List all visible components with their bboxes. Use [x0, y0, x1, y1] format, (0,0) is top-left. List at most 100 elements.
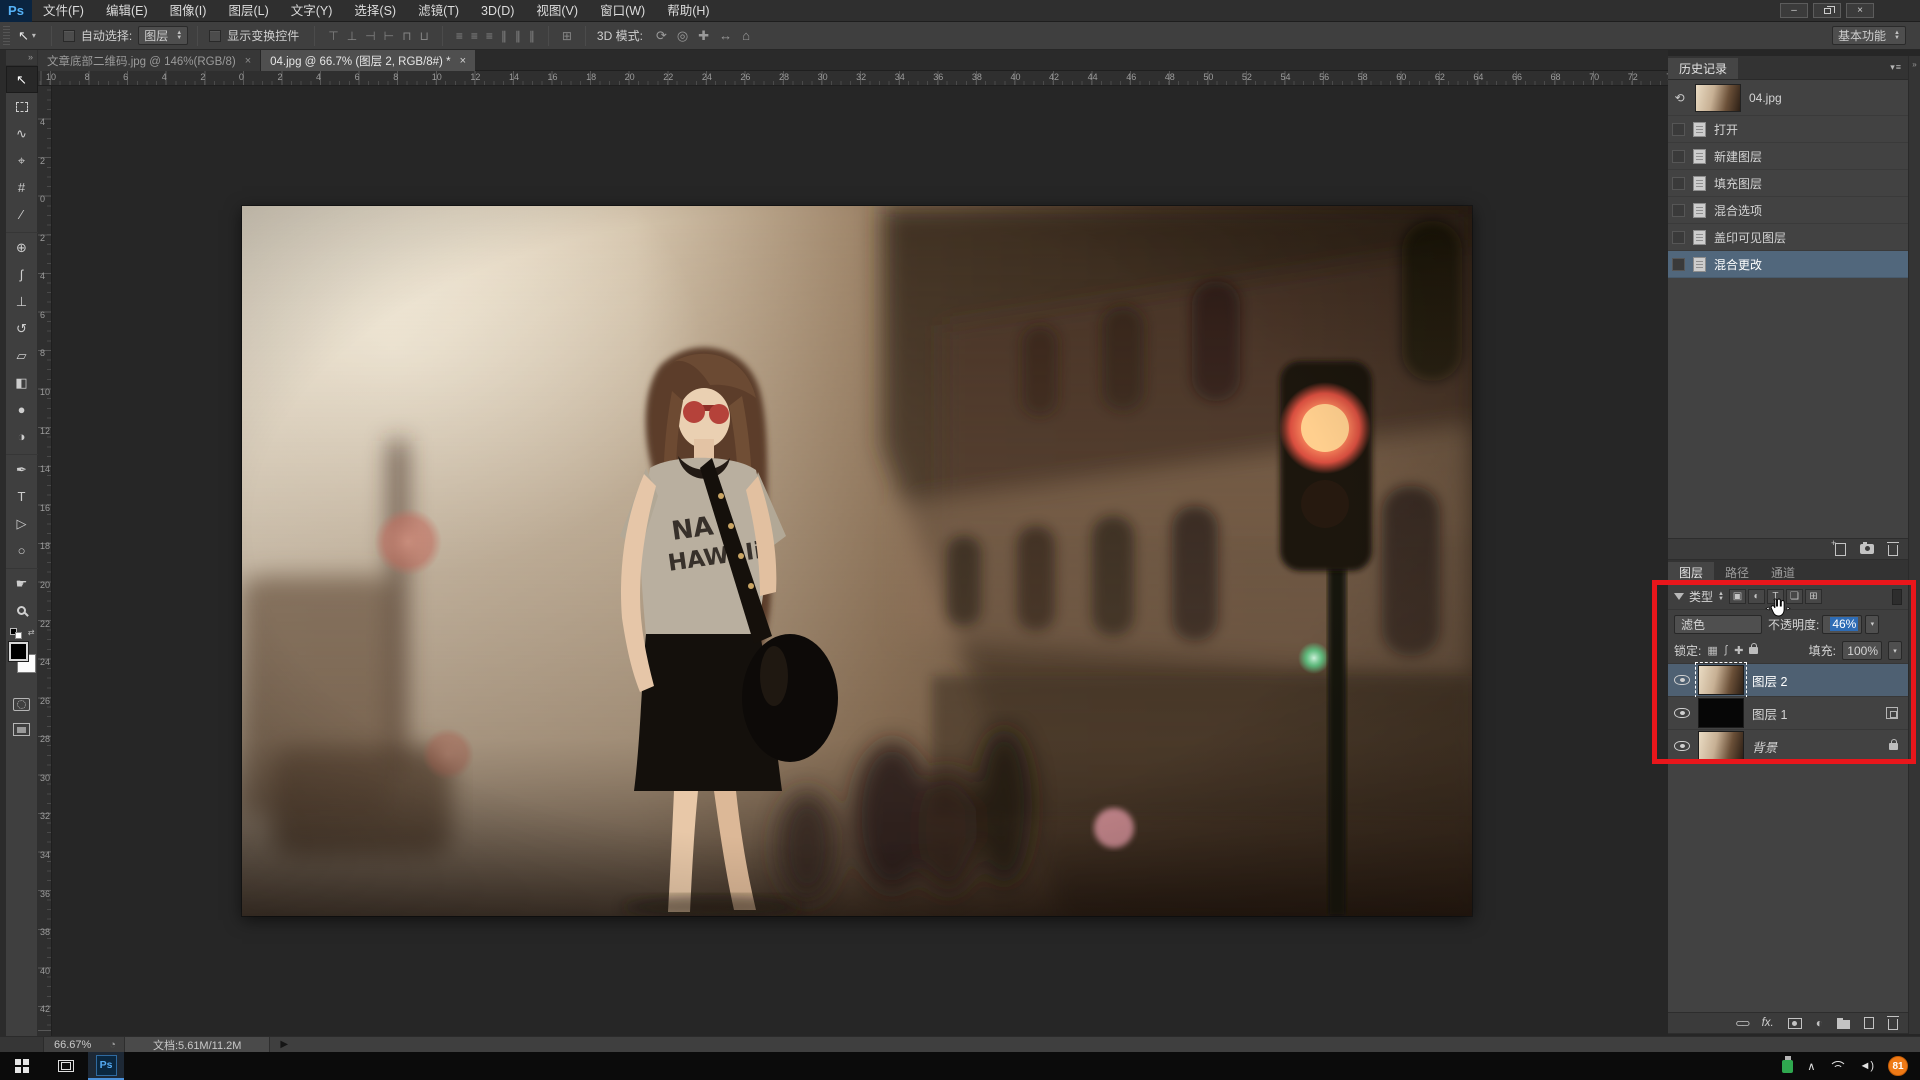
3d-mode-icon[interactable]: ◎ — [677, 28, 688, 44]
eyedropper-tool[interactable]: ∕ — [6, 201, 38, 228]
new-snapshot-icon[interactable] — [1860, 544, 1874, 554]
close-icon[interactable]: × — [245, 55, 251, 67]
status-mini-icon: ◔ — [109, 1039, 116, 1051]
history-source-checkbox[interactable] — [1672, 150, 1685, 163]
move-tool[interactable]: ↖ — [6, 66, 38, 93]
menu-item[interactable]: 图像(I) — [159, 0, 218, 22]
3d-mode-icons: ⟳ ◎ ✚ ↔ ⌂ — [651, 28, 755, 44]
new-document-from-state-icon[interactable] — [1835, 543, 1846, 556]
task-view-button[interactable] — [44, 1052, 88, 1080]
tab-history[interactable]: 历史记录 — [1668, 58, 1738, 79]
3d-mode-icon[interactable]: ✚ — [698, 28, 709, 44]
panel-menu-icon[interactable]: ▾≡ — [1890, 62, 1902, 73]
volume-icon[interactable]: ◄) — [1859, 1060, 1874, 1072]
menu-item[interactable]: 滤镜(T) — [407, 0, 470, 22]
history-entry[interactable]: ⟲ 打开 — [1668, 116, 1908, 143]
close-button[interactable]: × — [1846, 3, 1874, 18]
workspace-switcher[interactable]: 基本功能 ▲▼ — [1832, 26, 1906, 45]
3d-mode-icon[interactable]: ↔ — [719, 28, 732, 44]
auto-select-dropdown[interactable]: 图层 ▲▼ — [138, 26, 188, 45]
tray-expand-chevron-icon[interactable]: ∧ — [1807, 1060, 1815, 1073]
healing-brush-tool[interactable]: ⊕ — [6, 234, 38, 261]
start-button[interactable] — [0, 1052, 44, 1080]
menu-item[interactable]: 选择(S) — [343, 0, 407, 22]
crop-tool[interactable]: # — [6, 174, 38, 201]
usb-device-icon[interactable] — [1782, 1060, 1793, 1073]
tool-button[interactable] — [6, 564, 38, 569]
history-source-checkbox[interactable] — [1672, 177, 1685, 190]
hand-tool[interactable]: ☛ — [6, 570, 38, 597]
align-icon: ⊓ — [402, 30, 411, 42]
add-layer-mask-icon[interactable] — [1788, 1018, 1802, 1029]
close-icon[interactable]: × — [460, 55, 466, 67]
auto-select-checkbox[interactable] — [63, 30, 75, 42]
history-entry[interactable]: ⟲ 盖印可见图层 — [1668, 224, 1908, 251]
blur-tool[interactable]: ● — [6, 396, 38, 423]
tool-icon: ↺ — [16, 321, 27, 337]
history-entry[interactable]: ⟲ 混合更改 — [1668, 251, 1908, 278]
history-brush-tool[interactable]: ↺ — [6, 315, 38, 342]
3d-mode-icon[interactable]: ⟳ — [656, 28, 667, 44]
tool-button[interactable] — [6, 228, 38, 233]
screen-mode-button[interactable] — [13, 723, 30, 736]
menu-item[interactable]: 3D(D) — [470, 0, 525, 22]
document-tab[interactable]: 04.jpg @ 66.7% (图层 2, RGB/8#) * × — [261, 50, 475, 71]
clone-stamp-tool[interactable]: ⊥ — [6, 288, 38, 315]
gradient-tool[interactable]: ◧ — [6, 369, 38, 396]
zoom-tool[interactable] — [6, 597, 38, 624]
menu-item[interactable]: 编辑(E) — [95, 0, 159, 22]
tray-app-badge[interactable]: 81 — [1888, 1056, 1908, 1076]
zoom-level-field[interactable]: 66.67% — [44, 1039, 101, 1051]
mini-background-swatch[interactable] — [15, 632, 22, 639]
menu-item[interactable]: 视图(V) — [525, 0, 589, 22]
type-tool[interactable]: T — [6, 483, 38, 510]
3d-mode-icon[interactable]: ⌂ — [742, 28, 750, 44]
lasso-tool[interactable]: ∿ — [6, 120, 38, 147]
history-entry[interactable]: ⟲ 混合选项 — [1668, 197, 1908, 224]
quick-selection-tool[interactable]: ⌖ — [6, 147, 38, 174]
dodge-tool[interactable]: ◑ — [6, 423, 38, 450]
link-layers-icon[interactable]: ⊂⊃ — [1735, 1017, 1747, 1030]
ruler-label: 66 — [1510, 71, 1549, 85]
wifi-icon[interactable] — [1829, 1061, 1845, 1072]
adjustment-layer-icon[interactable]: ◐ — [1816, 1016, 1823, 1030]
delete-layer-icon[interactable] — [1888, 1019, 1898, 1030]
history-source-checkbox[interactable] — [1672, 231, 1685, 244]
taskbar-photoshop-button[interactable]: Ps — [88, 1052, 124, 1080]
toolbar-collapse-icon[interactable]: » — [6, 50, 37, 66]
menu-item[interactable]: 文件(F) — [32, 0, 95, 22]
path-selection-tool[interactable]: ▷ — [6, 510, 38, 537]
brush-tool[interactable]: ʃ — [6, 261, 38, 288]
marquee-tool[interactable] — [6, 93, 38, 120]
pen-tool[interactable]: ✒ — [6, 456, 38, 483]
tool-preset-dropdown-icon[interactable]: ▾ — [32, 31, 36, 40]
history-source-checkbox[interactable] — [1672, 258, 1685, 271]
panel-dock-edge[interactable]: » — [1908, 56, 1920, 1034]
document-tab[interactable]: 文章底部二维码.jpg @ 146%(RGB/8) × — [38, 50, 261, 71]
menu-item[interactable]: 窗口(W) — [589, 0, 656, 22]
history-entry[interactable]: ⟲ 04.jpg — [1668, 80, 1908, 116]
history-source-checkbox[interactable] — [1672, 123, 1685, 136]
history-source-checkbox[interactable] — [1672, 204, 1685, 217]
menu-item[interactable]: 帮助(H) — [656, 0, 720, 22]
minimize-button[interactable]: – — [1780, 3, 1808, 18]
history-entry[interactable]: ⟲ 新建图层 — [1668, 143, 1908, 170]
new-group-icon[interactable] — [1837, 1020, 1850, 1029]
layer-style-fx-icon[interactable]: fx. — [1762, 1017, 1774, 1029]
eraser-tool[interactable]: ▱ — [6, 342, 38, 369]
document-image[interactable]: NA HAWAIi — [242, 206, 1472, 916]
foreground-color-swatch[interactable] — [9, 642, 28, 661]
tool-button[interactable] — [6, 450, 38, 455]
history-entry[interactable]: ⟲ 填充图层 — [1668, 170, 1908, 197]
restore-button[interactable] — [1813, 3, 1841, 18]
swap-colors-icon[interactable]: ⇄ — [28, 628, 35, 637]
new-layer-icon[interactable] — [1864, 1017, 1874, 1029]
canvas-area[interactable]: NA HAWAIi — [52, 86, 1668, 1036]
quick-mask-button[interactable] — [13, 698, 30, 711]
shape-tool[interactable]: ○ — [6, 537, 38, 564]
delete-state-icon[interactable] — [1888, 545, 1898, 556]
status-flyout-icon[interactable]: ▶ — [280, 1039, 288, 1050]
menu-item[interactable]: 图层(L) — [217, 0, 279, 22]
menu-item[interactable]: 文字(Y) — [280, 0, 344, 22]
show-transform-checkbox[interactable] — [209, 30, 221, 42]
